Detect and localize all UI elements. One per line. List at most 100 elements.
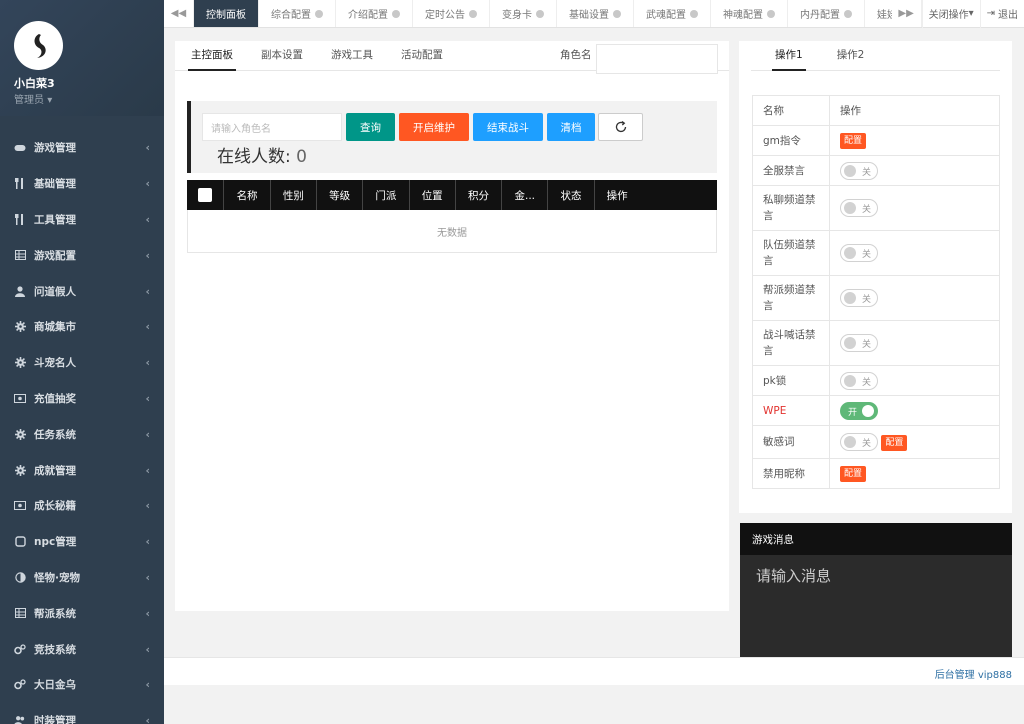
page-tab[interactable]: 神魂配置 <box>711 0 788 27</box>
message-input[interactable]: 请输入消息 <box>740 555 1012 596</box>
select-all-checkbox[interactable] <box>187 180 225 210</box>
close-icon[interactable] <box>767 9 775 18</box>
config-button[interactable]: 配置 <box>881 435 908 451</box>
scroll-right-button[interactable]: ▶▶ <box>892 0 922 27</box>
column-header[interactable]: 金... <box>502 180 549 210</box>
sidebar-item[interactable]: 基础管理 ‹ <box>0 166 164 202</box>
sidebar-item[interactable]: 时装管理 ‹ <box>0 703 164 724</box>
toggle-switch[interactable]: 关 <box>840 433 878 451</box>
page-tab[interactable]: 介绍配置 <box>336 0 413 27</box>
column-header[interactable]: 操作 <box>595 180 717 210</box>
end-battle-button[interactable]: 结束战斗 <box>473 113 543 141</box>
column-header[interactable]: 性别 <box>271 180 317 210</box>
sidebar-item[interactable]: 任务系统 ‹ <box>0 416 164 452</box>
ops-row: WPE 开 <box>752 395 1000 426</box>
main-tab[interactable]: 活动配置 <box>401 47 443 70</box>
online-count: 在线人数: 0 <box>217 142 307 167</box>
ops-tab[interactable]: 操作2 <box>837 47 865 70</box>
close-icon[interactable] <box>690 9 698 18</box>
ops-row-name: 全服禁言 <box>752 155 830 186</box>
main-tab[interactable]: 游戏工具 <box>331 47 373 70</box>
avatar[interactable] <box>14 21 63 70</box>
page-tab[interactable]: 娃娃配 <box>865 0 892 27</box>
user-role-dropdown[interactable]: 管理员 ▾ <box>14 91 52 106</box>
page-tab-label: 基础设置 <box>569 10 609 21</box>
page-tab[interactable]: 变身卡 <box>490 0 557 27</box>
sidebar-item-label: 大日金乌 <box>34 679 76 692</box>
scroll-left-button[interactable]: ◀◀ <box>164 0 194 27</box>
sidebar-item-label: 任务系统 <box>34 428 76 441</box>
sidebar-item[interactable]: 游戏配置 ‹ <box>0 237 164 273</box>
ops-row: 私聊频道禁言 关 <box>752 185 1000 231</box>
refresh-button[interactable] <box>598 113 643 141</box>
ops-row-name: 禁用昵称 <box>752 458 830 489</box>
sidebar-item-label: 成长秘籍 <box>34 500 76 513</box>
toggle-switch[interactable]: 关 <box>840 334 878 352</box>
sidebar-item-label: 游戏配置 <box>34 249 76 262</box>
page-tab[interactable]: 控制面板 <box>194 0 259 27</box>
sidebar-item[interactable]: 问道假人 ‹ <box>0 273 164 309</box>
search-input[interactable]: 请输入角色名 <box>202 113 342 141</box>
message-title: 游戏消息 <box>740 523 1012 555</box>
close-ops-dropdown[interactable]: 关闭操作 ▾ <box>921 0 980 28</box>
column-header[interactable]: 名称 <box>224 180 271 210</box>
column-header[interactable]: 状态 <box>548 180 595 210</box>
close-icon[interactable] <box>469 9 477 18</box>
sidebar-item[interactable]: 斗宠名人 ‹ <box>0 345 164 381</box>
close-icon[interactable] <box>844 9 852 18</box>
toggle-switch[interactable]: 关 <box>840 199 878 217</box>
close-icon[interactable] <box>392 9 400 18</box>
page-tab[interactable]: 基础设置 <box>557 0 634 27</box>
chevron-left-icon: ‹ <box>145 678 150 692</box>
config-button[interactable]: 配置 <box>840 466 867 482</box>
sidebar-item-label: 斗宠名人 <box>34 357 76 370</box>
ops-tab[interactable]: 操作1 <box>772 47 806 71</box>
toggle-switch[interactable]: 关 <box>840 289 878 307</box>
sidebar-item[interactable]: 帮派系统 ‹ <box>0 595 164 631</box>
query-button[interactable]: 查询 <box>346 113 395 141</box>
role-name-input[interactable] <box>596 44 718 74</box>
maintenance-button[interactable]: 开启维护 <box>399 113 469 141</box>
page-tab-label: 控制面板 <box>206 10 246 21</box>
clear-button[interactable]: 清档 <box>547 113 595 141</box>
contrast-icon <box>14 571 26 583</box>
page-tab[interactable]: 内丹配置 <box>788 0 865 27</box>
config-button[interactable]: 配置 <box>840 133 867 149</box>
ops-row: 全服禁言 关 <box>752 155 1000 186</box>
column-header[interactable]: 等级 <box>317 180 364 210</box>
main-tab[interactable]: 主控面板 <box>188 47 236 71</box>
toggle-switch[interactable]: 关 <box>840 161 878 180</box>
close-icon[interactable] <box>315 9 323 18</box>
page-tab[interactable]: 武魂配置 <box>634 0 711 27</box>
close-icon[interactable] <box>536 9 544 18</box>
page-tab[interactable]: 综合配置 <box>259 0 336 27</box>
ops-row-name: 帮派频道禁言 <box>752 275 830 321</box>
chevron-left-icon: ‹ <box>145 570 150 584</box>
toggle-switch[interactable]: 关 <box>840 371 878 390</box>
sidebar-item[interactable]: 怪物·宠物 ‹ <box>0 560 164 596</box>
page-tab-label: 神魂配置 <box>723 10 763 21</box>
sidebar-item[interactable]: 充值抽奖 ‹ <box>0 381 164 417</box>
sidebar-item[interactable]: npc管理 ‹ <box>0 524 164 560</box>
sidebar-item[interactable]: 商城集市 ‹ <box>0 309 164 345</box>
logout-icon: ⇥ <box>986 8 995 19</box>
logout-button[interactable]: ⇥ 退出 <box>979 0 1024 28</box>
sidebar-item-label: 充值抽奖 <box>34 392 76 405</box>
chevron-left-icon: ‹ <box>145 535 150 549</box>
sidebar-item-label: 工具管理 <box>34 213 76 226</box>
sidebar-item[interactable]: 游戏管理 ‹ <box>0 130 164 166</box>
page-tab[interactable]: 定时公告 <box>413 0 490 27</box>
sidebar-item[interactable]: 大日金乌 ‹ <box>0 667 164 703</box>
column-header[interactable]: 积分 <box>456 180 503 210</box>
column-header[interactable]: 门派 <box>363 180 410 210</box>
toggle-switch[interactable]: 关 <box>840 244 878 262</box>
sidebar-item[interactable]: 成长秘籍 ‹ <box>0 488 164 524</box>
sidebar-item[interactable]: 竞技系统 ‹ <box>0 631 164 667</box>
column-header[interactable]: 位置 <box>410 180 456 210</box>
toggle-switch[interactable]: 开 <box>840 401 878 420</box>
chevron-left-icon: ‹ <box>145 320 150 334</box>
sidebar-item[interactable]: 工具管理 ‹ <box>0 202 164 238</box>
main-tab[interactable]: 副本设置 <box>261 47 303 70</box>
close-icon[interactable] <box>613 9 621 18</box>
sidebar-item[interactable]: 成就管理 ‹ <box>0 452 164 488</box>
